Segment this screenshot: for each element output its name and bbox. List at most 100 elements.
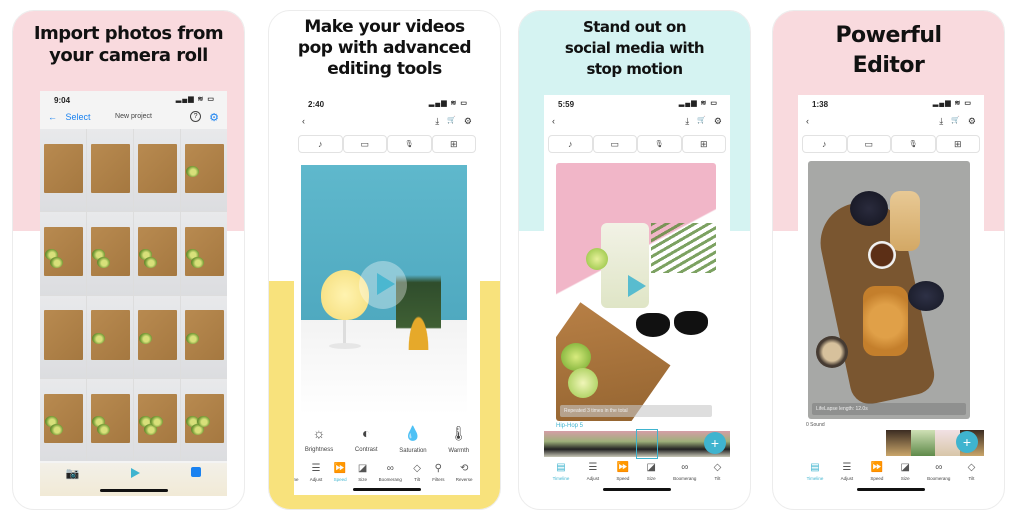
track-label[interactable]: Hip-Hop 5	[556, 423, 583, 429]
play-icon[interactable]	[377, 273, 395, 295]
timeline-frame[interactable]	[544, 431, 565, 457]
tool-tilt[interactable]: ◇ Tilt	[714, 463, 722, 487]
grid-button[interactable]: ⊞	[681, 135, 726, 153]
tool-speed[interactable]: ⏩ Speed	[616, 463, 629, 487]
back-button[interactable]: ‹	[552, 116, 555, 126]
tool-speed[interactable]: ⏩ Speed	[334, 464, 347, 483]
tool-adjust[interactable]: ☰ Adjust	[587, 463, 600, 487]
photo-thumbnail[interactable]	[181, 378, 227, 461]
folder-button[interactable]: ▭	[592, 135, 637, 153]
grapes	[850, 191, 888, 226]
download-icon[interactable]: ⤓	[685, 116, 689, 127]
adjust-brightness[interactable]: ☼ Brightness	[305, 425, 333, 455]
timeline-frame[interactable]	[910, 430, 935, 456]
cart-icon[interactable]: 🛒	[697, 116, 706, 127]
cutting-board	[137, 143, 178, 194]
adjust-warmth[interactable]: 🌡 Warmth	[448, 425, 469, 455]
timeline-frame[interactable]	[606, 431, 627, 457]
music-button[interactable]: ♪	[298, 135, 343, 153]
play-icon[interactable]	[130, 468, 140, 478]
tool-boomerang[interactable]: ∞ Boomerang	[927, 463, 950, 487]
photo-thumbnail[interactable]	[181, 129, 227, 212]
sound-label[interactable]: 0 Sound	[806, 422, 825, 428]
timeline-frame[interactable]	[668, 431, 689, 457]
cart-icon[interactable]: 🛒	[951, 116, 960, 127]
size-icon: ◪	[646, 462, 656, 473]
tool-timeline[interactable]: ▤ Timeline	[294, 464, 298, 483]
headline-line: Stand out on	[582, 18, 687, 36]
video-preview[interactable]	[301, 165, 467, 415]
photo-thumbnail[interactable]	[40, 212, 86, 295]
timeline-frame[interactable]	[564, 431, 586, 457]
photo-thumbnail[interactable]	[87, 295, 133, 378]
tilt-icon: ◇	[713, 462, 722, 473]
camera-icon[interactable]: 📷	[66, 467, 80, 480]
cart-icon[interactable]: 🛒	[447, 116, 456, 127]
tool-size[interactable]: ◪ Size	[901, 463, 910, 487]
speed-icon: ⏩	[870, 462, 884, 473]
add-frame-button[interactable]: +	[704, 432, 726, 454]
tool-speed[interactable]: ⏩ Speed	[870, 463, 883, 487]
photo-thumbnail[interactable]	[40, 129, 86, 212]
tool-boomerang[interactable]: ∞ Boomerang	[673, 463, 696, 487]
back-button[interactable]: ‹	[806, 116, 809, 126]
gear-icon[interactable]: ⚙	[464, 116, 472, 127]
tool-reverse[interactable]: ⟲ Reverse	[456, 464, 473, 483]
add-photo-icon[interactable]	[191, 467, 202, 477]
adjust-label: Contrast	[354, 447, 378, 453]
tool-label: Tilt	[968, 476, 975, 481]
back-button[interactable]: ‹	[302, 116, 305, 126]
lime	[561, 343, 591, 371]
video-preview[interactable]: Repeated 3 times in the total	[556, 163, 716, 421]
photo-thumbnail[interactable]	[181, 212, 227, 295]
timeline-frame[interactable]	[886, 430, 911, 456]
microphone-button[interactable]: 🎙	[387, 135, 432, 153]
photo-thumbnail[interactable]	[40, 378, 86, 461]
folder-button[interactable]: ▭	[342, 135, 387, 153]
media-button-row: ♪ ▭ 🎙 ⊞	[802, 135, 980, 155]
play-icon[interactable]	[628, 275, 646, 297]
music-button[interactable]: ♪	[802, 135, 847, 153]
photo-thumbnail[interactable]	[134, 378, 180, 461]
nav-bar: ← Select New project ? ⚙	[40, 109, 227, 129]
download-icon[interactable]: ⤓	[435, 116, 439, 127]
tool-filters[interactable]: ⚲ Filters	[432, 464, 444, 483]
tool-adjust[interactable]: ☰ Adjust	[310, 464, 323, 483]
photo-thumbnail[interactable]	[87, 212, 133, 295]
tool-tilt[interactable]: ◇ Tilt	[968, 463, 976, 487]
help-icon[interactable]: ?	[190, 111, 202, 122]
tool-size[interactable]: ◪ Size	[647, 463, 656, 487]
add-frame-button[interactable]: +	[956, 431, 978, 453]
photo-thumbnail[interactable]	[134, 295, 180, 378]
photo-thumbnail[interactable]	[134, 129, 180, 212]
photo-thumbnail[interactable]	[87, 129, 133, 212]
photo-thumbnail[interactable]	[40, 295, 86, 378]
microphone-button[interactable]: 🎙	[637, 135, 682, 153]
tool-timeline[interactable]: ▤ Timeline	[553, 463, 570, 487]
music-button[interactable]: ♪	[548, 135, 593, 153]
adjust-saturation[interactable]: 💧 Saturation	[399, 425, 426, 455]
grid-button[interactable]: ⊞	[431, 135, 476, 153]
photo-thumbnail[interactable]	[181, 295, 227, 378]
tool-label: Size	[646, 476, 656, 481]
microphone-button[interactable]: 🎙	[891, 135, 936, 153]
tool-tilt[interactable]: ◇ Tilt	[413, 464, 421, 483]
download-icon[interactable]: ⤓	[939, 116, 943, 127]
selected-frame[interactable]	[636, 429, 658, 459]
tool-adjust[interactable]: ☰ Adjust	[841, 463, 854, 487]
gear-icon[interactable]: ⚙	[714, 116, 722, 127]
tool-size[interactable]: ◪ Size	[358, 464, 367, 483]
nav-bar: ‹ ⤓ 🛒 ⚙	[294, 113, 480, 133]
photo-thumbnail[interactable]	[87, 378, 133, 461]
gear-icon[interactable]: ⚙	[968, 116, 976, 127]
grid-button[interactable]: ⊞	[935, 135, 980, 153]
photo-thumbnail[interactable]	[134, 212, 180, 295]
tool-boomerang[interactable]: ∞ Boomerang	[379, 464, 402, 483]
settings-icon[interactable]: ⚙	[209, 111, 219, 124]
timeline-frame[interactable]	[585, 431, 607, 457]
headline-line: stop motion	[586, 60, 683, 78]
adjust-contrast[interactable]: ◐ Contrast	[355, 425, 378, 455]
tool-timeline[interactable]: ▤ Timeline	[807, 463, 824, 487]
folder-button[interactable]: ▭	[846, 135, 891, 153]
video-preview[interactable]: LifeLapse length: 12.0s	[808, 161, 970, 419]
